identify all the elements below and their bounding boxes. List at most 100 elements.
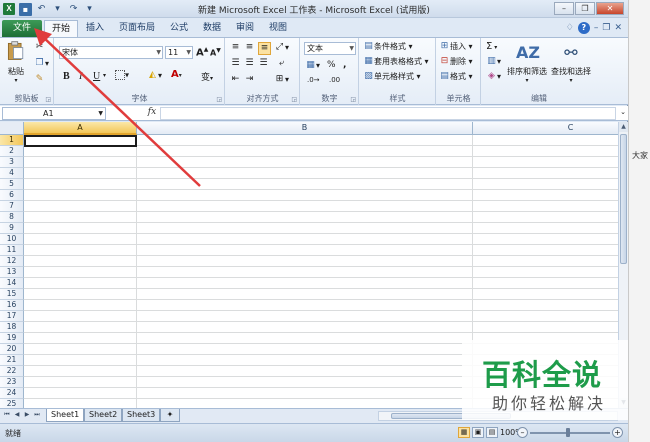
- format-painter-icon[interactable]: ✎: [34, 74, 45, 85]
- conditional-formatting-button[interactable]: ▤条件格式 ▾: [363, 41, 412, 52]
- align-right-icon[interactable]: ☰: [258, 58, 269, 69]
- comma-button[interactable]: ,: [343, 60, 346, 70]
- first-sheet-icon[interactable]: ⏮: [3, 411, 11, 419]
- fill-color-icon[interactable]: ◭ ▾: [147, 70, 162, 81]
- row-header[interactable]: 21: [0, 355, 24, 366]
- row-header[interactable]: 25: [0, 399, 24, 408]
- tab-view[interactable]: 视图: [263, 20, 293, 37]
- row-header[interactable]: 11: [0, 245, 24, 256]
- fill-icon[interactable]: ▥▾: [486, 56, 501, 67]
- copy-icon[interactable]: ❐▾: [34, 58, 49, 69]
- alignment-launcher-icon[interactable]: ◲: [291, 96, 297, 103]
- active-cell-a1[interactable]: [24, 135, 137, 147]
- tab-review[interactable]: 审阅: [230, 20, 260, 37]
- cell-styles-button[interactable]: ▧单元格样式 ▾: [363, 71, 420, 82]
- row-header[interactable]: 18: [0, 322, 24, 333]
- grow-font-button[interactable]: A▲: [196, 46, 208, 58]
- font-size-select[interactable]: 11 ▼: [165, 46, 193, 59]
- delete-cells-button[interactable]: ⊟ 删除 ▾: [439, 56, 473, 67]
- row-header[interactable]: 22: [0, 366, 24, 377]
- column-header-c[interactable]: C: [473, 122, 618, 135]
- scroll-up-icon[interactable]: ▲: [619, 122, 628, 132]
- row-header[interactable]: 14: [0, 278, 24, 289]
- tab-insert[interactable]: 插入: [80, 20, 110, 37]
- clipboard-launcher-icon[interactable]: ◲: [45, 96, 51, 103]
- workbook-restore-icon[interactable]: ❐: [602, 23, 610, 33]
- row-header[interactable]: 6: [0, 190, 24, 201]
- row-header[interactable]: 3: [0, 157, 24, 168]
- currency-icon[interactable]: ▦▾: [305, 60, 320, 71]
- row-header[interactable]: 9: [0, 223, 24, 234]
- column-header-b[interactable]: B: [137, 122, 473, 135]
- zoom-out-icon[interactable]: –: [517, 427, 528, 438]
- expand-formula-bar-icon[interactable]: ⌄: [620, 108, 626, 116]
- workbook-minimize-icon[interactable]: –: [594, 23, 599, 33]
- clear-icon[interactable]: ◈ ▾: [486, 71, 501, 82]
- page-break-view-icon[interactable]: ▤: [486, 427, 498, 438]
- row-header[interactable]: 23: [0, 377, 24, 388]
- row-header[interactable]: 13: [0, 267, 24, 278]
- tab-home[interactable]: 开始: [44, 20, 78, 37]
- select-all-corner[interactable]: [0, 122, 24, 135]
- vertical-scroll-thumb[interactable]: [620, 134, 627, 264]
- border-icon[interactable]: ▾: [115, 70, 129, 80]
- align-center-icon[interactable]: ☰: [244, 58, 255, 69]
- row-header[interactable]: 5: [0, 179, 24, 190]
- close-button[interactable]: ✕: [596, 2, 624, 15]
- increase-decimal-icon[interactable]: .0→: [307, 76, 320, 84]
- bold-button[interactable]: B: [63, 71, 70, 82]
- underline-dropdown-icon[interactable]: ▾: [103, 72, 106, 79]
- tab-formulas[interactable]: 公式: [164, 20, 194, 37]
- row-header[interactable]: 4: [0, 168, 24, 179]
- decrease-decimal-icon[interactable]: .00: [329, 76, 340, 84]
- align-left-icon[interactable]: ☰: [230, 58, 241, 69]
- shrink-font-button[interactable]: A▼: [210, 47, 221, 58]
- sheet-tab-sheet1[interactable]: Sheet1: [46, 409, 85, 422]
- sheet-tab-sheet3[interactable]: Sheet3: [122, 409, 161, 422]
- underline-button[interactable]: U: [93, 71, 100, 82]
- next-sheet-icon[interactable]: ▶: [23, 411, 31, 419]
- row-header[interactable]: 2: [0, 146, 24, 157]
- prev-sheet-icon[interactable]: ◀: [13, 411, 21, 419]
- paste-button[interactable]: 粘贴 ▾: [4, 40, 28, 84]
- normal-view-icon[interactable]: ▦: [458, 427, 470, 438]
- font-color-button[interactable]: A▾: [171, 69, 182, 80]
- workbook-close-icon[interactable]: ✕: [614, 23, 622, 33]
- name-box[interactable]: A1 ▼: [2, 107, 106, 120]
- tab-file[interactable]: 文件: [2, 20, 42, 37]
- number-launcher-icon[interactable]: ◲: [350, 96, 356, 103]
- align-middle-icon[interactable]: ≡: [244, 42, 255, 53]
- row-header[interactable]: 7: [0, 201, 24, 212]
- row-header[interactable]: 15: [0, 289, 24, 300]
- wrap-text-icon[interactable]: ⤶: [276, 58, 287, 69]
- row-header[interactable]: 10: [0, 234, 24, 245]
- format-cells-button[interactable]: ▤格式 ▾: [439, 71, 472, 82]
- row-header[interactable]: 20: [0, 344, 24, 355]
- zoom-in-icon[interactable]: +: [612, 427, 623, 438]
- row-header[interactable]: 12: [0, 256, 24, 267]
- insert-cells-button[interactable]: ⊞ 插入 ▾: [439, 41, 473, 52]
- percent-button[interactable]: %: [327, 60, 336, 70]
- align-top-icon[interactable]: ≡: [230, 42, 241, 53]
- italic-button[interactable]: I: [79, 71, 82, 82]
- decrease-indent-icon[interactable]: ⇤: [230, 74, 241, 85]
- tab-data[interactable]: 数据: [197, 20, 227, 37]
- minimize-ribbon-icon[interactable]: ♢: [566, 23, 574, 33]
- formula-input[interactable]: [160, 107, 616, 120]
- row-header[interactable]: 1: [0, 135, 24, 146]
- phonetic-button[interactable]: 变▾: [201, 70, 213, 83]
- increase-indent-icon[interactable]: ⇥: [244, 74, 255, 85]
- row-header[interactable]: 24: [0, 388, 24, 399]
- number-format-select[interactable]: 文本 ▼: [304, 42, 356, 55]
- orientation-icon[interactable]: ⤢ ▾: [274, 42, 289, 53]
- zoom-slider[interactable]: [530, 428, 610, 437]
- restore-button[interactable]: ❐: [575, 2, 595, 15]
- cut-icon[interactable]: ✂: [34, 42, 45, 53]
- autosum-button[interactable]: Σ ▾: [486, 41, 497, 52]
- merge-center-icon[interactable]: ⊞ ▾: [274, 74, 289, 85]
- help-icon[interactable]: ?: [577, 22, 590, 34]
- row-header[interactable]: 8: [0, 212, 24, 223]
- column-header-a[interactable]: A: [24, 122, 137, 135]
- font-launcher-icon[interactable]: ◲: [216, 96, 222, 103]
- find-select-button[interactable]: ⚯ 查找和选择 ▾: [550, 42, 592, 84]
